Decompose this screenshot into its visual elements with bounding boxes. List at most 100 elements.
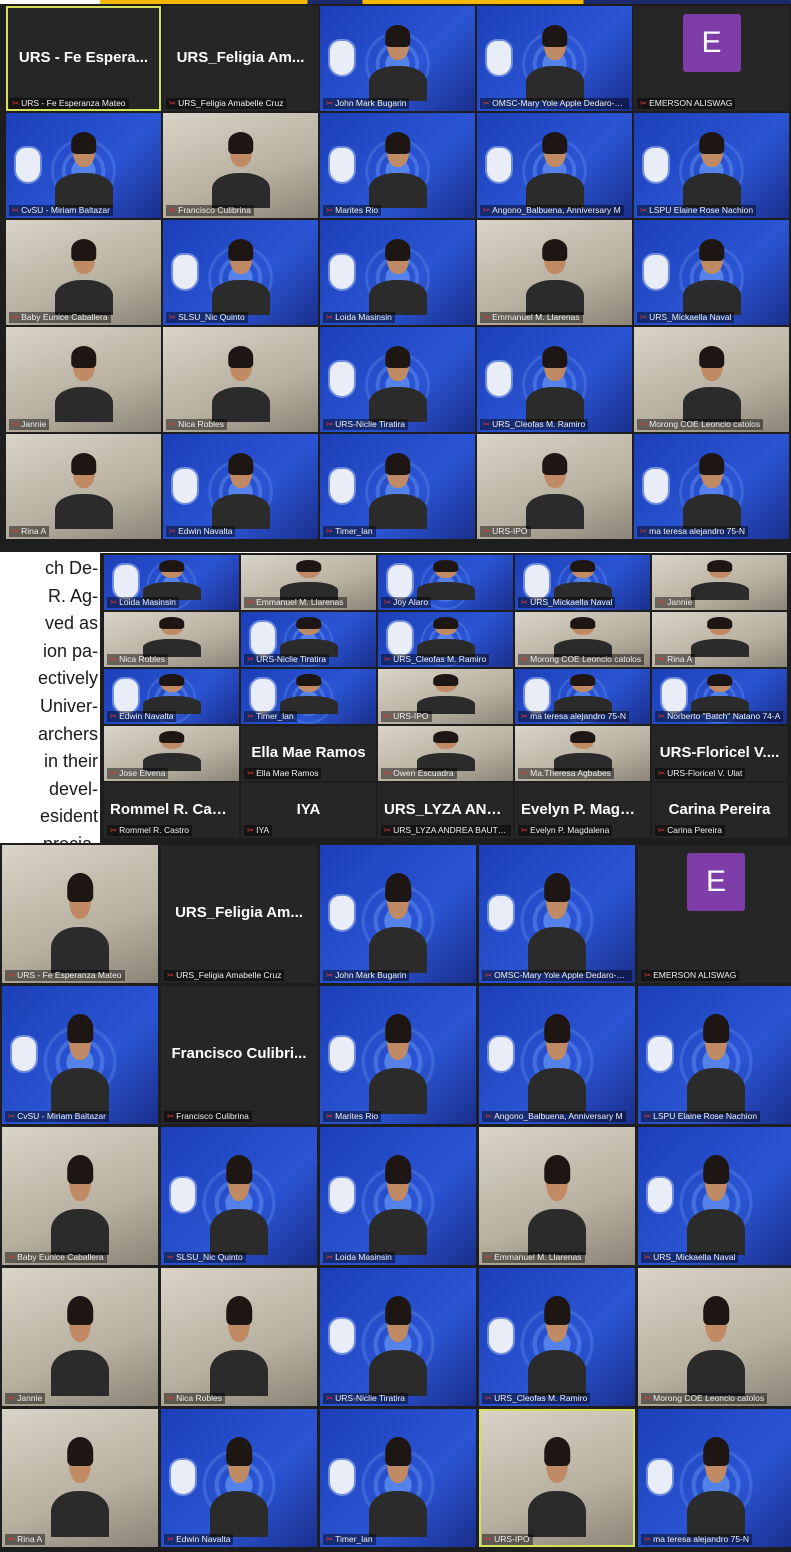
participant-tile[interactable]: ✂ Emmanuel M. Llarenas [479, 1127, 635, 1265]
university-seal-icon [249, 676, 277, 715]
participant-tile[interactable]: ✂OMSC-Mary Yole Apple Dedaro-Ruedas [479, 845, 635, 983]
participant-tile[interactable]: ✂ Edwin Navalta [104, 669, 239, 724]
participant-tile[interactable]: ✂ Loida Masinsin [320, 1127, 476, 1265]
participant-tile[interactable]: ✂ URS-IPO [479, 1409, 635, 1547]
participant-name: Emmanuel M. Llarenas [492, 312, 580, 322]
participant-tile[interactable]: ✂ URS-Niclie Tiratira [320, 327, 475, 432]
participant-tile[interactable]: ✂ URS-Niclie Tiratira [320, 1268, 476, 1406]
participant-tile[interactable]: ✂ Edwin Navalta [163, 434, 318, 539]
participant-tile[interactable]: ✂ Loida Masinsin [320, 220, 475, 325]
participant-tile[interactable]: ✂ CvSU - Miriam Baltazar [6, 113, 161, 218]
participant-tile[interactable]: ✂ Francisco Culibrina [163, 113, 318, 218]
participant-tile[interactable]: ✂ Jannie [2, 1268, 158, 1406]
participant-name-label: ✂ LSPU Elaine Rose Nachion [637, 205, 757, 216]
participant-tile[interactable]: ✂ Baby Eunice Caballera [2, 1127, 158, 1265]
participant-tile[interactable]: ✂ CvSU - Miriam Baltazar [2, 986, 158, 1124]
mic-muted-icon: ✂ [483, 419, 491, 429]
participant-name-label: ✂ URS-Niclie Tiratira [244, 654, 330, 665]
participant-tile[interactable]: ✂ Timer_lan [320, 434, 475, 539]
participant-tile[interactable]: Rommel R. Castro ✂ Rommel R. Castro [104, 783, 239, 838]
participant-tile[interactable]: ✂ John Mark Bugarin [320, 6, 475, 111]
participant-tile[interactable]: URS_LYZA AND... ✂ URS_LYZA ANDREA BAUTISTA [378, 783, 513, 838]
participant-tile[interactable]: Ella Mae Ramos ✂ Ella Mae Ramos [241, 726, 376, 781]
participant-name-label: ✂ Emmanuel M. Llarenas [244, 597, 347, 608]
participant-tile[interactable]: ✂ Owen Escuadra [378, 726, 513, 781]
participant-tile[interactable]: ✂OMSC-Mary Yole Apple Dedaro-Ruedas [477, 6, 632, 111]
participant-tile[interactable]: ✂ LSPU Elaine Rose Nachion [638, 986, 791, 1124]
participant-tile[interactable]: ✂ SLSU_Nic Quinto [161, 1127, 317, 1265]
participant-name: LSPU Elaine Rose Nachion [649, 205, 754, 215]
participant-tile[interactable]: ✂ Jannie [652, 555, 787, 610]
participant-tile[interactable]: URS-Floricel V.... ✂ URS-Floricel V. Ulat [652, 726, 787, 781]
participant-tile[interactable]: ✂ Morong COE Leoncio catolos [515, 612, 650, 667]
participant-tile[interactable]: ✂ Ma.Theresa Agbabes [515, 726, 650, 781]
participant-tile[interactable]: ✂ URS-IPO [378, 669, 513, 724]
participant-tile[interactable]: Francisco Culibri... ✂ Francisco Culibrina [161, 986, 317, 1124]
participant-tile[interactable]: ✂ Emmanuel M. Llarenas [477, 220, 632, 325]
participant-tile[interactable]: URS - Fe Espera... ✂ URS - Fe Esperanza Ma… [6, 6, 161, 111]
participant-tile[interactable]: ✂ URS-Niclie Tiratira [241, 612, 376, 667]
participant-name-placeholder: Francisco Culibri... [171, 1044, 307, 1062]
participant-name-label: ✂OMSC-Mary Yole Apple Dedaro-Ruedas [482, 970, 632, 981]
participant-name-label: ✂ EMERSON ALISWAG [641, 970, 740, 981]
participant-tile[interactable]: ✂ Rina A [2, 1409, 158, 1547]
participant-tile[interactable]: ✂ Jannie [6, 327, 161, 432]
participant-tile[interactable]: ✂ LSPU Elaine Rose Nachion [634, 113, 789, 218]
participant-tile[interactable]: ✂ Angono_Balbuena, Anniversary M [477, 113, 632, 218]
participant-name-label: ✂ Angono_Balbuena, Anniversary M [480, 205, 624, 216]
participant-name: EMERSON ALISWAG [653, 970, 737, 980]
participant-tile[interactable]: ✂ Rina A [6, 434, 161, 539]
participant-name-label: ✂ Nica Robles [164, 1393, 225, 1404]
participant-name: Edwin Navalta [176, 1534, 231, 1544]
participant-name-label: ✂ Jannie [9, 419, 50, 430]
participant-video [54, 452, 113, 529]
participant-tile[interactable]: ✂ URS_Mickaella Naval [634, 220, 789, 325]
participant-tile[interactable]: ✂ Morong COE Leoncio catolos [638, 1268, 791, 1406]
participant-tile[interactable]: ✂ Morong COE Leoncio catolos [634, 327, 789, 432]
participant-tile[interactable]: ✂ URS_Cleofas M. Ramiro [378, 612, 513, 667]
participant-tile[interactable]: ✂ URS_Cleofas M. Ramiro [477, 327, 632, 432]
participant-tile[interactable]: Carina Pereira ✂ Carina Pereira [652, 783, 787, 838]
participant-tile[interactable]: ✂ URS_Mickaella Naval [515, 555, 650, 610]
participant-tile[interactable]: ✂ Timer_lan [241, 669, 376, 724]
participant-tile[interactable]: ✂ Marites Rio [320, 986, 476, 1124]
participant-tile[interactable]: ✂ John Mark Bugarin [320, 845, 476, 983]
participant-tile[interactable]: ✂ Baby Eunice Caballera [6, 220, 161, 325]
participant-tile[interactable]: ✂ ma teresa alejandro 75-N [634, 434, 789, 539]
participant-tile[interactable]: E ✂ EMERSON ALISWAG [634, 6, 789, 111]
participant-video [416, 673, 475, 714]
participant-tile[interactable]: ✂ URS_Cleofas M. Ramiro [479, 1268, 635, 1406]
participant-tile[interactable]: IYA ✂ IYA [241, 783, 376, 838]
participant-tile[interactable]: ✂ ma teresa alejandro 75-N [515, 669, 650, 724]
participant-tile[interactable]: E ✂ EMERSON ALISWAG [638, 845, 791, 983]
participant-tile[interactable]: ✂ Nica Robles [104, 612, 239, 667]
participant-video [51, 1013, 109, 1114]
participant-tile[interactable]: ✂ Jose Elvena [104, 726, 239, 781]
participant-tile[interactable]: URS_Feligia Am... ✂ URS_Feligia Amabelle C… [161, 845, 317, 983]
participant-tile[interactable]: ✂ Rina A [652, 612, 787, 667]
participant-tile[interactable]: ✂ URS - Fe Esperanza Mateo [2, 845, 158, 983]
participant-video [553, 616, 612, 657]
participant-tile[interactable]: Evelyn P. Magda... ✂ Evelyn P. Magdalena [515, 783, 650, 838]
participant-tile[interactable]: ✂ Joy Alaro [378, 555, 513, 610]
participant-tile[interactable]: ✂ SLSU_Nic Quinto [163, 220, 318, 325]
participant-tile[interactable]: ✂ ma teresa alejandro 75-N [638, 1409, 791, 1547]
participant-tile[interactable]: ✂ URS_Mickaella Naval [638, 1127, 791, 1265]
participant-tile[interactable]: ✂ Timer_lan [320, 1409, 476, 1547]
participant-tile[interactable]: ✂ Marites Rio [320, 113, 475, 218]
mic-muted-icon: ✂ [169, 419, 177, 429]
participant-tile[interactable]: ✂ Loida Masinsin [104, 555, 239, 610]
participant-tile[interactable]: ✂ Norberto "Batch" Natano 74-A [652, 669, 787, 724]
mic-muted-icon: ✂ [521, 654, 529, 664]
university-seal-icon [523, 676, 551, 715]
participant-tile[interactable]: ✂ Edwin Navalta [161, 1409, 317, 1547]
participant-tile[interactable]: ✂ Nica Robles [163, 327, 318, 432]
participant-name: Ella Mae Ramos [256, 768, 319, 778]
participant-tile[interactable]: ✂ Emmanuel M. Llarenas [241, 555, 376, 610]
mic-muted-icon: ✂ [521, 768, 529, 778]
participant-tile[interactable]: ✂ URS-IPO [477, 434, 632, 539]
participant-tile[interactable]: URS_Feligia Am... ✂ URS_Feligia Amabelle C… [163, 6, 318, 111]
participant-tile[interactable]: ✂ Angono_Balbuena, Anniversary M [479, 986, 635, 1124]
participant-name-label: ✂ Marites Rio [323, 1111, 382, 1122]
participant-tile[interactable]: ✂ Nica Robles [161, 1268, 317, 1406]
